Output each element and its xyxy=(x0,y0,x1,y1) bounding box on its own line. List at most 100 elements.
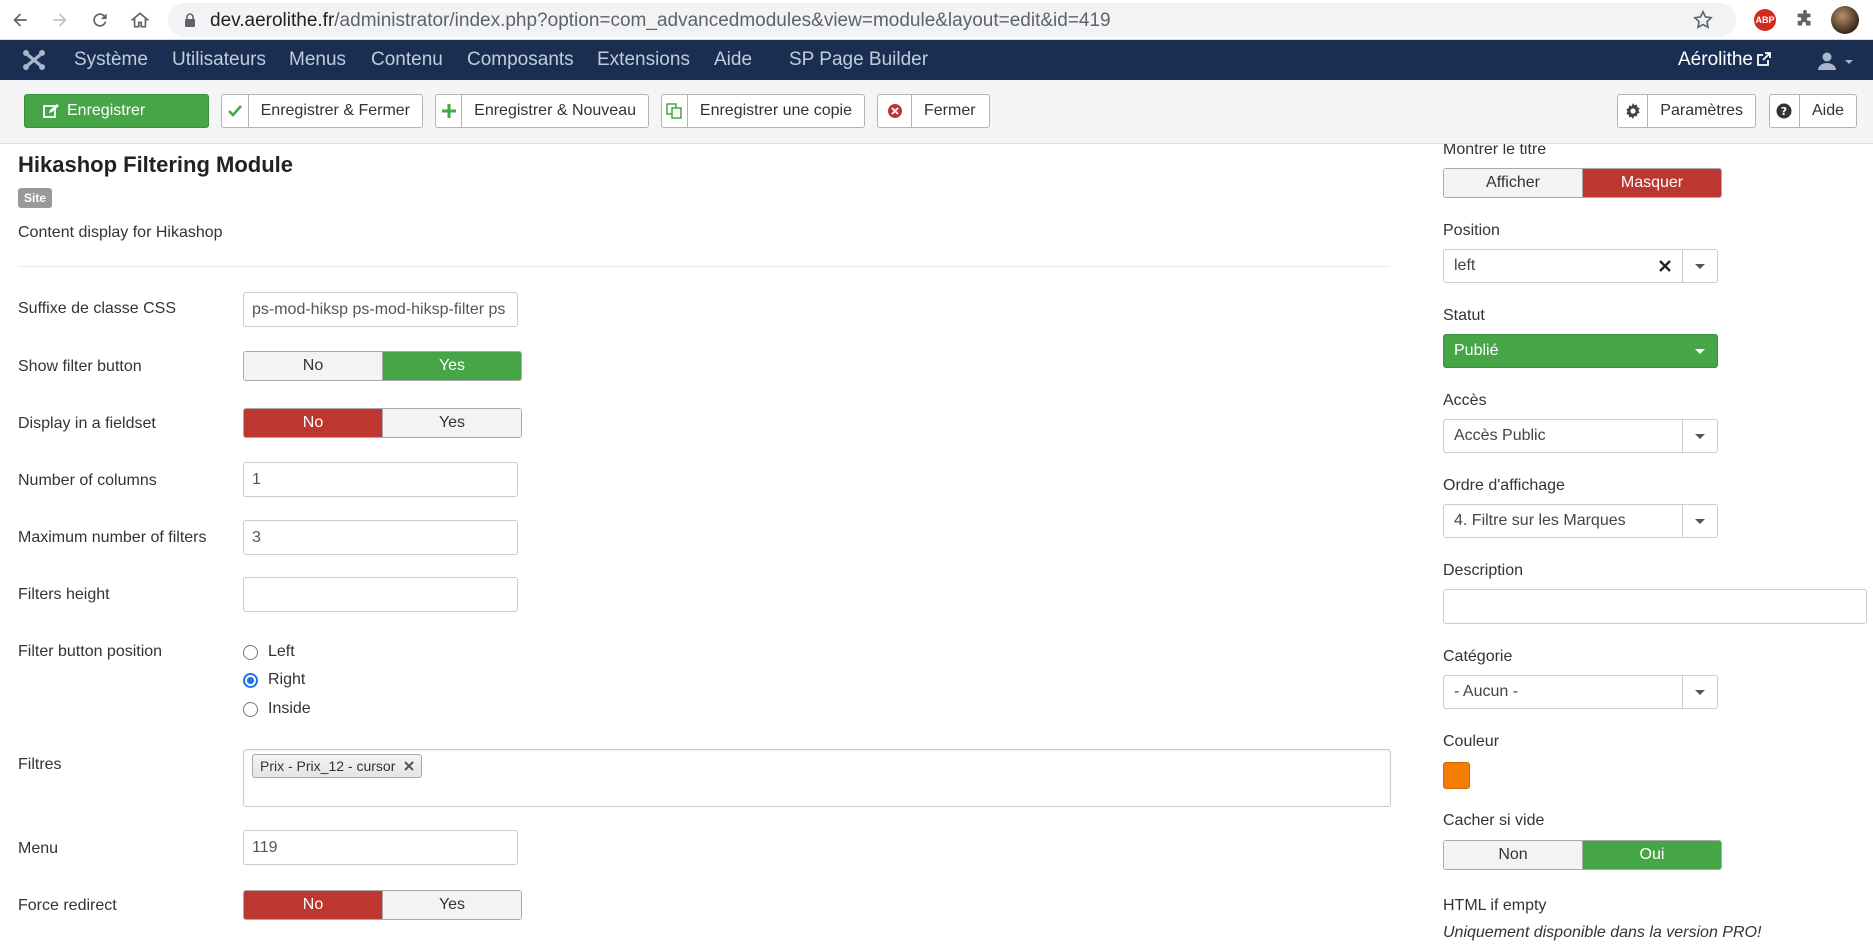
url-text: dev.aerolithe.fr/administrator/index.php… xyxy=(210,10,1111,31)
reload-icon[interactable] xyxy=(86,6,114,34)
plus-icon xyxy=(436,95,463,127)
chevron-down-icon xyxy=(1682,676,1717,708)
status-label: Statut xyxy=(1443,307,1485,324)
svg-text:?: ? xyxy=(1781,105,1787,118)
button-position-label: Filter button position xyxy=(18,643,163,660)
nav-menus[interactable]: Menus xyxy=(289,49,346,71)
address-bar[interactable]: dev.aerolithe.fr/administrator/index.php… xyxy=(168,3,1736,37)
cancel-icon xyxy=(878,95,912,127)
save-copy-button[interactable]: Enregistrer une copie xyxy=(661,94,865,128)
admin-navbar: Système Utilisateurs Menus Contenu Compo… xyxy=(0,40,1873,80)
nav-aide[interactable]: Aide xyxy=(714,49,752,71)
columns-label: Number of columns xyxy=(18,472,157,489)
show-title-show[interactable]: Afficher xyxy=(1444,169,1582,197)
help-label: Aide xyxy=(1811,102,1844,119)
color-swatch[interactable] xyxy=(1443,762,1470,789)
module-edit-form: Hikashop Filtering Module Site Content d… xyxy=(0,144,1873,944)
position-right-text: Right xyxy=(268,671,306,688)
save-button[interactable]: Enregistrer xyxy=(24,94,209,128)
fieldset-no[interactable]: No xyxy=(244,409,382,437)
filters-label: Filtres xyxy=(18,756,62,773)
chevron-down-icon xyxy=(1682,335,1717,367)
clear-icon[interactable] xyxy=(1657,258,1673,274)
save-close-label: Enregistrer & Fermer xyxy=(260,102,410,119)
force-redirect-label: Force redirect xyxy=(18,897,117,914)
browser-toolbar: dev.aerolithe.fr/administrator/index.php… xyxy=(0,0,1873,40)
show-filter-button-no[interactable]: No xyxy=(244,352,382,380)
nav-contenu[interactable]: Contenu xyxy=(371,49,443,71)
options-label: Paramètres xyxy=(1660,102,1743,119)
hide-empty-toggle: Non Oui xyxy=(1443,840,1722,870)
description-input[interactable] xyxy=(1443,589,1867,624)
show-title-hide[interactable]: Masquer xyxy=(1582,169,1721,197)
lock-icon xyxy=(185,13,195,27)
position-left-option[interactable]: Left xyxy=(243,643,295,661)
adblock-extension[interactable]: ABP xyxy=(1751,6,1779,34)
fieldset-toggle: No Yes xyxy=(243,408,522,438)
module-title: Hikashop Filtering Module xyxy=(18,152,294,177)
color-label: Couleur xyxy=(1443,733,1500,750)
edit-icon xyxy=(37,95,65,127)
filter-tag-text: Prix - Prix_12 - cursor xyxy=(260,758,396,774)
force-redirect-no[interactable]: No xyxy=(244,891,382,919)
access-value: Accès Public xyxy=(1454,427,1546,444)
remove-tag-icon[interactable] xyxy=(403,760,415,772)
position-select[interactable]: left xyxy=(1443,249,1718,283)
filters-height-input[interactable] xyxy=(243,577,518,612)
css-suffix-label: Suffixe de classe CSS xyxy=(18,300,177,317)
category-select[interactable]: - Aucun - xyxy=(1443,675,1718,709)
close-button[interactable]: Fermer xyxy=(877,94,990,128)
menu-input[interactable]: 119 xyxy=(243,830,518,865)
joomla-logo-icon[interactable] xyxy=(22,49,46,71)
save-close-button[interactable]: Enregistrer & Fermer xyxy=(221,94,423,128)
columns-input[interactable]: 1 xyxy=(243,462,518,497)
access-select[interactable]: Accès Public xyxy=(1443,419,1718,453)
save-new-button[interactable]: Enregistrer & Nouveau xyxy=(435,94,649,128)
ordering-value: 4. Filtre sur les Marques xyxy=(1454,512,1626,529)
chevron-down-icon xyxy=(1682,250,1717,282)
show-title-toggle: Afficher Masquer xyxy=(1443,168,1722,198)
hide-empty-label: Cacher si vide xyxy=(1443,812,1545,829)
status-value: Publié xyxy=(1454,342,1499,359)
help-button[interactable]: ? Aide xyxy=(1769,94,1857,128)
nav-composants[interactable]: Composants xyxy=(467,49,574,71)
hide-empty-yes[interactable]: Oui xyxy=(1582,841,1721,869)
nav-systeme[interactable]: Système xyxy=(74,49,148,71)
position-left-radio[interactable] xyxy=(243,644,258,660)
options-button[interactable]: Paramètres xyxy=(1617,94,1756,128)
css-suffix-input[interactable]: ps-mod-hiksp ps-mod-hiksp-filter ps xyxy=(243,292,518,327)
hide-empty-no[interactable]: Non xyxy=(1444,841,1582,869)
ordering-select[interactable]: 4. Filtre sur les Marques xyxy=(1443,504,1718,538)
show-filter-button-yes[interactable]: Yes xyxy=(382,352,521,380)
position-right-option[interactable]: Right xyxy=(243,671,305,689)
extensions-icon[interactable] xyxy=(1791,6,1819,34)
show-title-label: Montrer le titre xyxy=(1443,144,1547,158)
check-icon xyxy=(222,95,249,127)
bookmark-star-icon[interactable] xyxy=(1692,9,1714,31)
fieldset-label: Display in a fieldset xyxy=(18,415,156,432)
user-menu-icon[interactable] xyxy=(1815,51,1855,71)
fieldset-yes[interactable]: Yes xyxy=(382,409,521,437)
position-right-radio[interactable] xyxy=(243,672,258,688)
max-filters-label: Maximum number of filters xyxy=(18,529,207,546)
category-value: - Aucun - xyxy=(1454,683,1519,700)
filters-tag-input[interactable]: Prix - Prix_12 - cursor xyxy=(243,749,1391,807)
chevron-down-icon xyxy=(1682,420,1717,452)
nav-utilisateurs[interactable]: Utilisateurs xyxy=(172,49,266,71)
avatar-icon xyxy=(1831,6,1859,34)
nav-sp-page-builder[interactable]: SP Page Builder xyxy=(789,49,928,71)
max-filters-input[interactable]: 3 xyxy=(243,520,518,555)
site-link[interactable]: Aérolithe xyxy=(1678,49,1771,71)
chevron-down-icon xyxy=(1682,505,1717,537)
profile-avatar[interactable] xyxy=(1831,6,1859,34)
home-icon[interactable] xyxy=(126,6,154,34)
nav-extensions[interactable]: Extensions xyxy=(597,49,690,71)
status-select[interactable]: Publié xyxy=(1443,334,1718,368)
save-new-label: Enregistrer & Nouveau xyxy=(474,102,636,119)
position-inside-option[interactable]: Inside xyxy=(243,700,311,718)
ordering-label: Ordre d'affichage xyxy=(1443,477,1565,494)
position-inside-radio[interactable] xyxy=(243,701,258,717)
force-redirect-yes[interactable]: Yes xyxy=(382,891,521,919)
forward-icon[interactable] xyxy=(46,6,74,34)
back-icon[interactable] xyxy=(6,6,34,34)
